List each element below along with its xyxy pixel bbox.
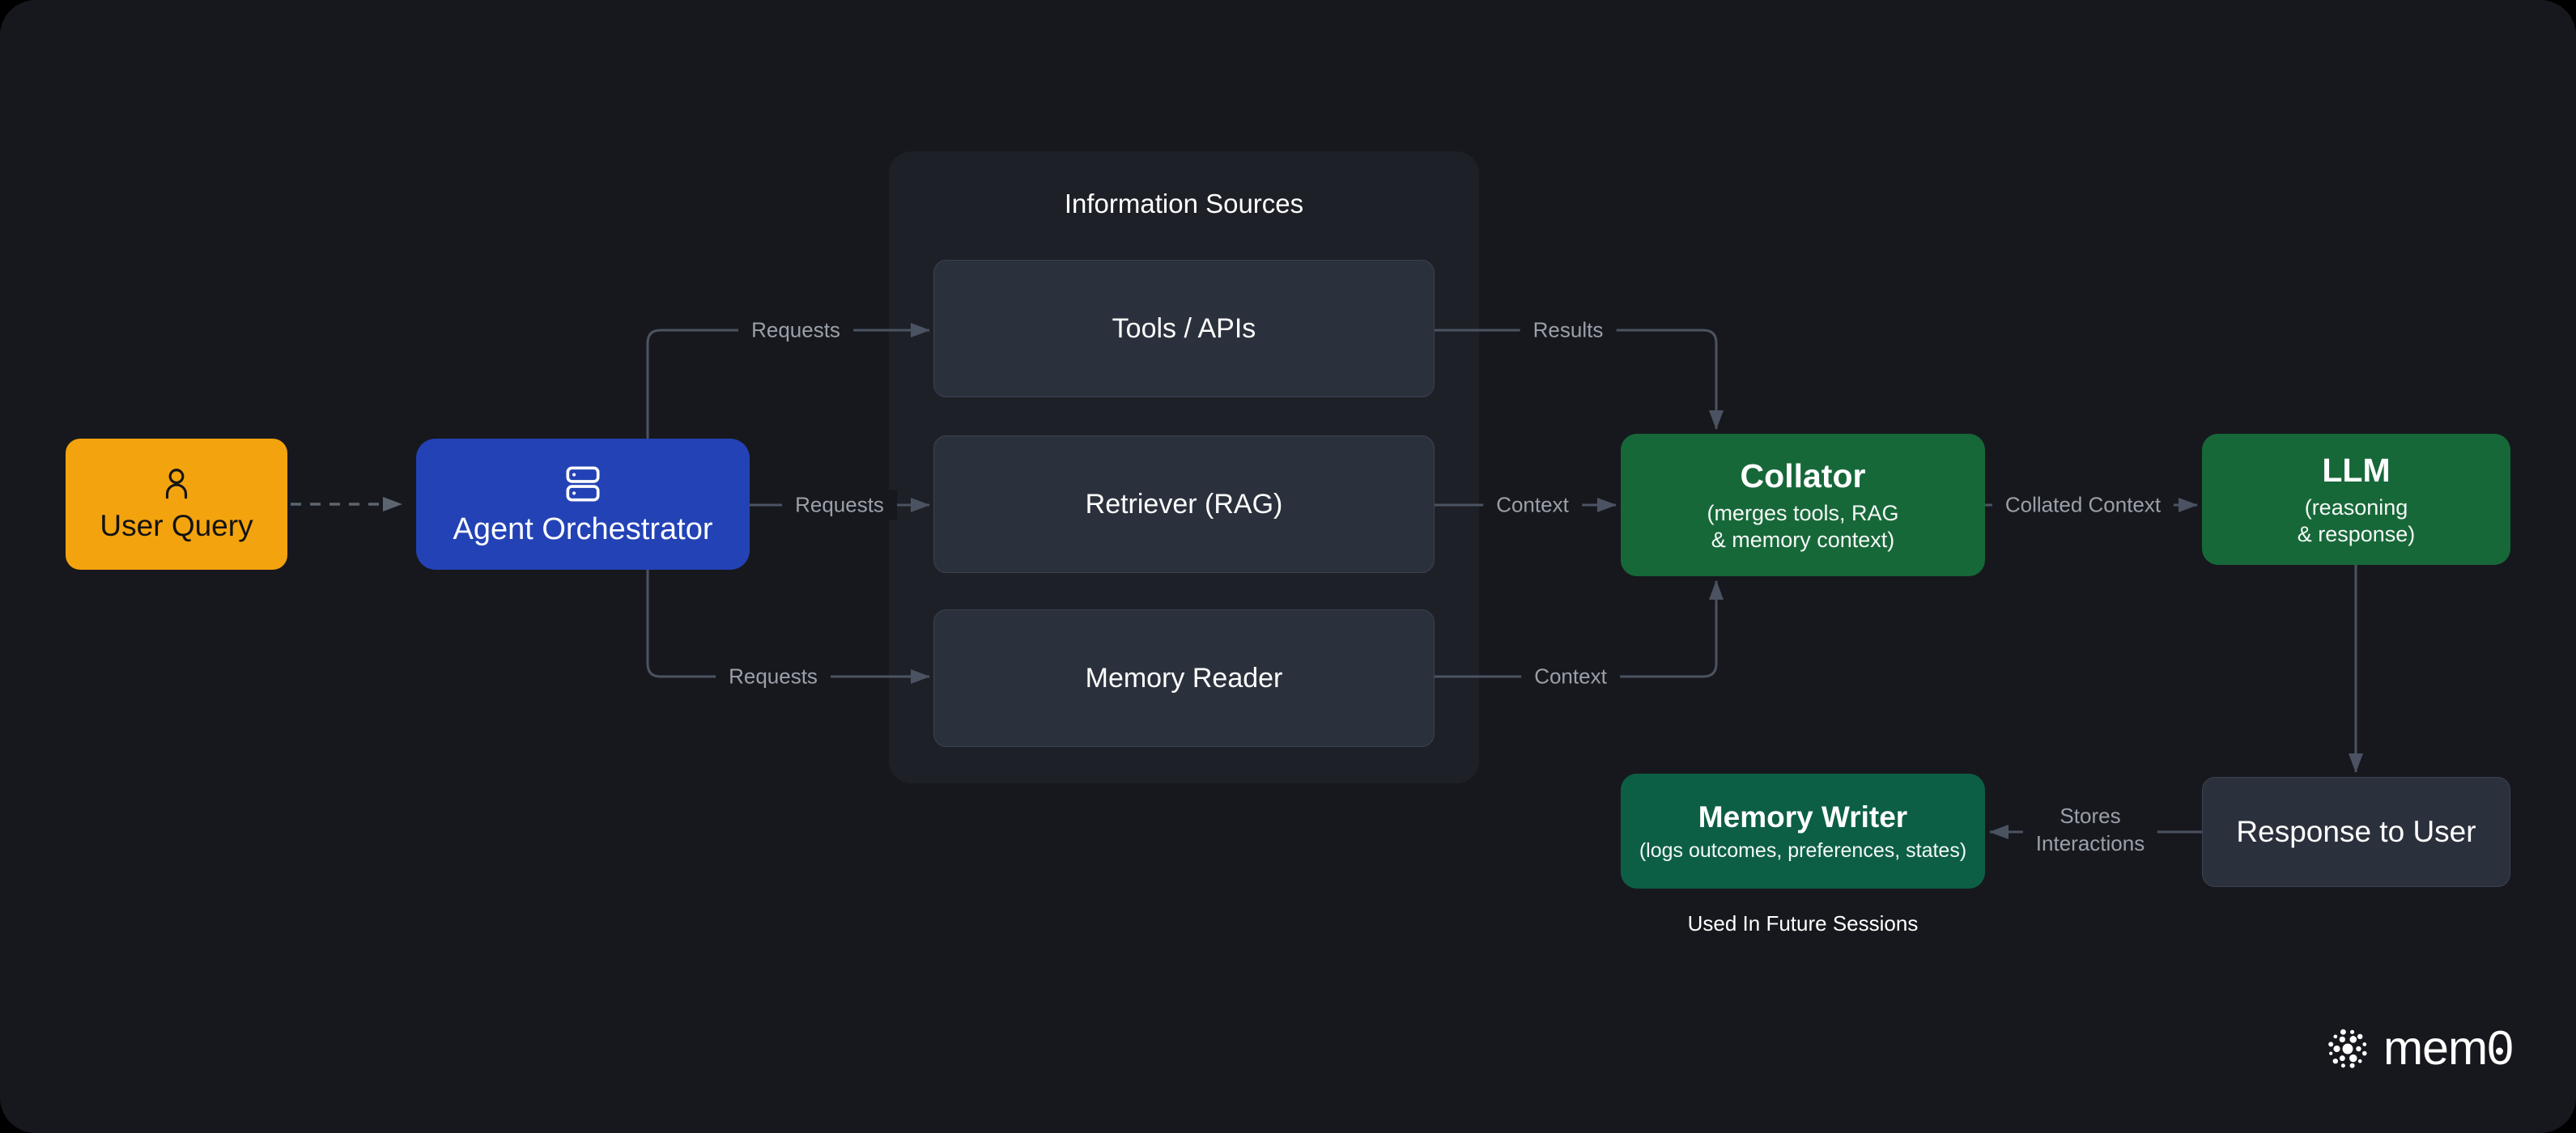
- user-query-label: User Query: [100, 509, 253, 543]
- tools-apis-label: Tools / APIs: [1112, 313, 1256, 345]
- edge-label-stores-interactions: Stores Interactions: [2023, 800, 2157, 860]
- node-memory-reader: Memory Reader: [933, 609, 1435, 747]
- node-user-query: User Query: [66, 439, 287, 570]
- diagram-canvas: User Query Agent Orchestrator Informatio…: [0, 0, 2576, 1133]
- information-sources-title: Information Sources: [889, 189, 1479, 219]
- node-response-to-user: Response to User: [2202, 777, 2510, 887]
- llm-subtitle: (reasoning & response): [2298, 494, 2416, 548]
- brand-wordmark: mem0: [2383, 1025, 2513, 1072]
- node-tools-apis: Tools / APIs: [933, 260, 1435, 397]
- node-retriever-rag: Retriever (RAG): [933, 435, 1435, 573]
- collator-subtitle: (merges tools, RAG & memory context): [1707, 500, 1898, 554]
- edge-label-collated-context: Collated Context: [1992, 490, 2174, 520]
- edge-label-requests-top: Requests: [738, 316, 853, 346]
- node-collator: Collator (merges tools, RAG & memory con…: [1621, 434, 1985, 576]
- person-icon: [158, 465, 195, 503]
- memory-reader-label: Memory Reader: [1086, 663, 1283, 694]
- node-memory-writer: Memory Writer (logs outcomes, preference…: [1621, 774, 1985, 889]
- response-to-user-label: Response to User: [2236, 815, 2476, 849]
- zero-center-dot: [2496, 1047, 2503, 1054]
- brand-logo: mem0: [2325, 1025, 2513, 1072]
- information-sources-panel: Information Sources Tools / APIs Retriev…: [889, 151, 1479, 783]
- edge-label-context-bottom: Context: [1521, 662, 1620, 692]
- memory-writer-title: Memory Writer: [1698, 800, 1907, 834]
- node-agent-orchestrator: Agent Orchestrator: [416, 439, 750, 570]
- retriever-rag-label: Retriever (RAG): [1086, 489, 1283, 520]
- node-llm: LLM (reasoning & response): [2202, 434, 2510, 565]
- llm-title: LLM: [2322, 452, 2390, 490]
- edge-label-requests-bottom: Requests: [716, 662, 831, 692]
- agent-orchestrator-label: Agent Orchestrator: [453, 512, 712, 547]
- used-in-future-sessions-caption: Used In Future Sessions: [1621, 911, 1985, 936]
- server-stack-icon: [561, 462, 605, 506]
- memory-writer-subtitle: (logs outcomes, preferences, states): [1639, 839, 1966, 863]
- edge-label-context-mid: Context: [1483, 490, 1582, 520]
- collator-title: Collator: [1741, 457, 1866, 495]
- edge-label-requests-mid: Requests: [782, 490, 897, 520]
- edge-label-results: Results: [1520, 316, 1617, 346]
- mem0-dot-burst-icon: [2325, 1026, 2370, 1071]
